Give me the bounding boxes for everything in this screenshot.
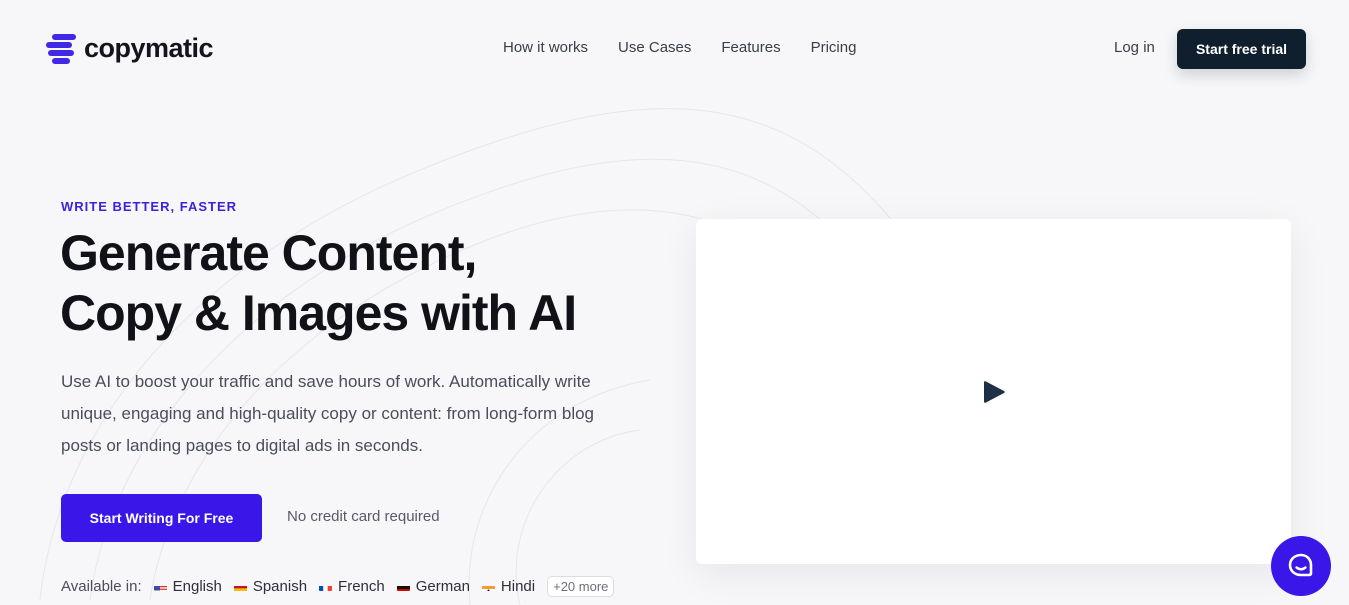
logo-mark-icon bbox=[46, 32, 78, 64]
language-name: Hindi bbox=[500, 578, 536, 595]
nav-features[interactable]: Features bbox=[721, 39, 780, 56]
hero-description: Use AI to boost your traffic and save ho… bbox=[61, 372, 595, 455]
start-free-trial-button[interactable]: Start free trial bbox=[1177, 29, 1306, 69]
language-spanish: Spanish bbox=[233, 578, 308, 595]
support-chat-button[interactable] bbox=[1271, 536, 1331, 596]
brand-name: copymatic bbox=[84, 32, 214, 63]
headline-line-2: Copy & Images with AI bbox=[60, 285, 577, 341]
available-languages: Available in: English Spanish French Ger… bbox=[61, 576, 615, 597]
play-icon[interactable] bbox=[983, 379, 1007, 405]
language-name: German bbox=[415, 578, 470, 595]
top-header: copymatic How it works Use Cases Feature… bbox=[0, 0, 1349, 96]
france-flag-icon bbox=[319, 582, 333, 591]
language-french: French bbox=[319, 578, 385, 595]
hero-eyebrow: WRITE BETTER, FASTER bbox=[61, 199, 237, 214]
start-writing-button[interactable]: Start Writing For Free bbox=[61, 494, 262, 542]
main-nav: How it works Use Cases Features Pricing bbox=[503, 39, 856, 56]
language-name: Spanish bbox=[252, 578, 308, 595]
language-name: English bbox=[172, 578, 222, 595]
language-english: English bbox=[153, 578, 222, 595]
hero-headline: Generate Content, Copy & Images with AI bbox=[60, 223, 620, 343]
languages-label: Available in: bbox=[61, 578, 142, 595]
language-name: French bbox=[338, 578, 385, 595]
language-hindi: Hindi bbox=[481, 578, 536, 595]
brand-logo[interactable]: copymatic bbox=[46, 32, 214, 64]
no-credit-card-note: No credit card required bbox=[287, 508, 440, 525]
us-flag-icon bbox=[153, 582, 167, 591]
germany-flag-icon bbox=[396, 582, 410, 591]
nav-use-cases[interactable]: Use Cases bbox=[618, 39, 691, 56]
nav-pricing[interactable]: Pricing bbox=[811, 39, 857, 56]
language-german: German bbox=[396, 578, 470, 595]
spain-flag-icon bbox=[233, 582, 247, 591]
india-flag-icon bbox=[481, 582, 495, 591]
video-player[interactable] bbox=[696, 219, 1291, 564]
headline-line-1: Generate Content, bbox=[60, 225, 477, 281]
more-languages-badge[interactable]: +20 more bbox=[547, 576, 615, 597]
chat-bubble-icon bbox=[1288, 553, 1313, 577]
login-link[interactable]: Log in bbox=[1114, 39, 1155, 56]
nav-how-it-works[interactable]: How it works bbox=[503, 39, 588, 56]
